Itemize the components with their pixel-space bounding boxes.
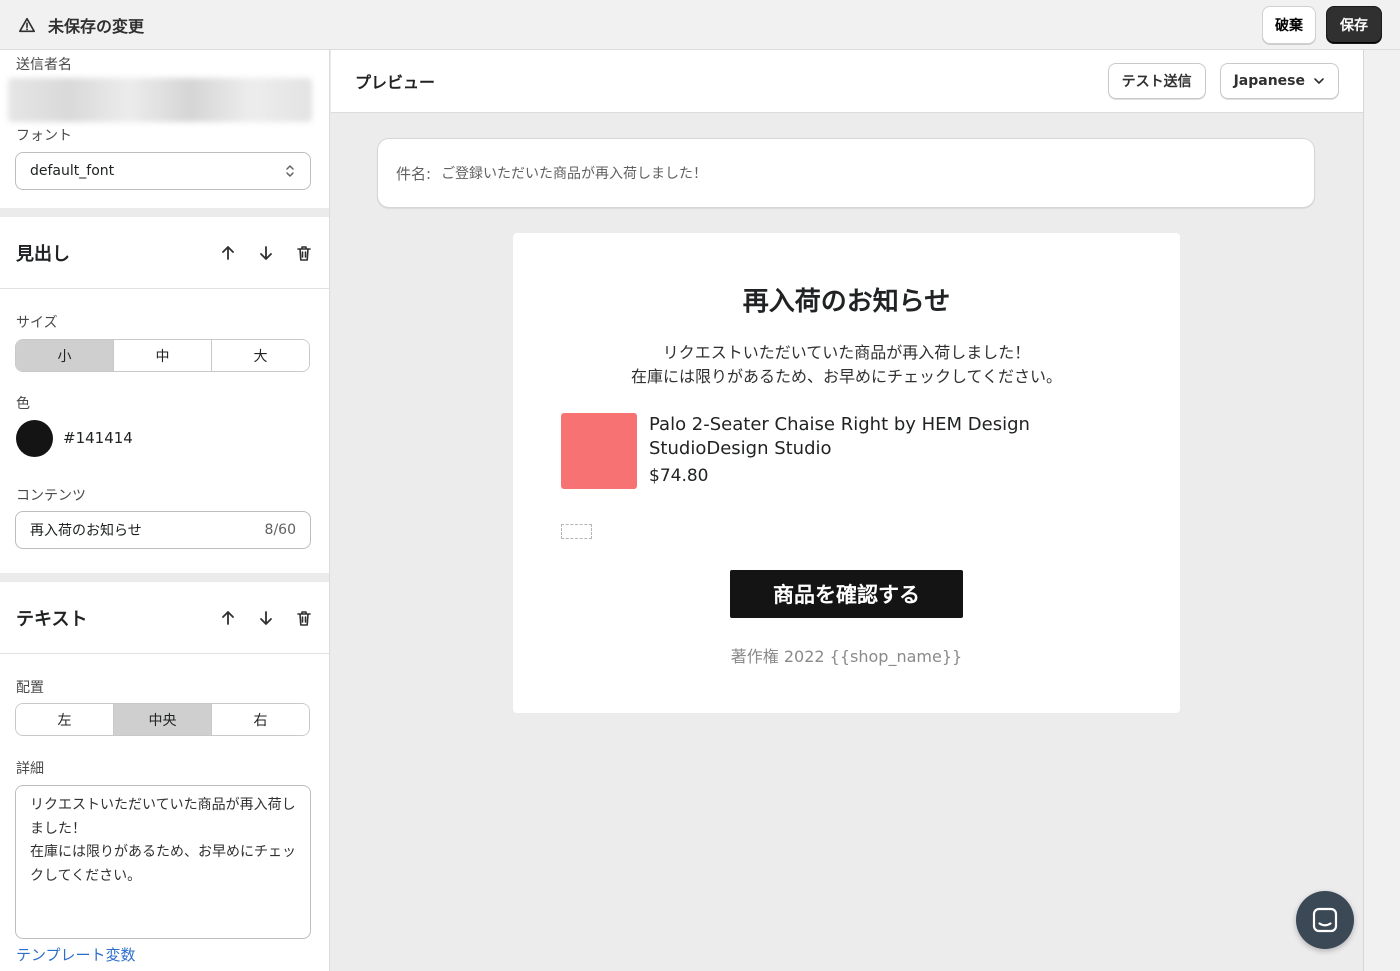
- email-preview: 再入荷のお知らせ リクエストいただいていた商品が再入荷しました！ 在庫には限りが…: [513, 233, 1180, 713]
- heading-section-tools: [218, 243, 314, 263]
- language-select[interactable]: Japanese: [1219, 63, 1339, 99]
- preview-panel: プレビュー テスト送信 Japanese 件名: ご登録いただいた商品が再入荷し…: [331, 50, 1363, 971]
- heading-section-title: 見出し: [16, 243, 70, 265]
- align-option-center[interactable]: 中央: [114, 704, 212, 735]
- subject-label: 件名:: [396, 164, 432, 183]
- font-select[interactable]: default_font: [15, 152, 311, 190]
- discard-button[interactable]: 破棄: [1262, 5, 1316, 44]
- align-option-left[interactable]: 左: [16, 704, 114, 735]
- text-section-title: テキスト: [16, 608, 88, 630]
- template-variables-link[interactable]: テンプレート変数: [16, 944, 136, 965]
- detail-label: 詳細: [16, 761, 44, 777]
- chat-icon: [1312, 907, 1338, 933]
- section-separator: [0, 208, 329, 217]
- size-label: サイズ: [16, 315, 58, 331]
- text-section-header: テキスト: [0, 582, 329, 654]
- font-label: フォント: [16, 128, 72, 144]
- heading-content-value: 再入荷のお知らせ: [30, 523, 142, 539]
- character-count: 8/60: [264, 522, 296, 538]
- test-send-label: テスト送信: [1121, 74, 1192, 90]
- alignment-label: 配置: [16, 680, 44, 696]
- color-swatch[interactable]: [16, 420, 53, 457]
- select-arrows-icon: [286, 165, 294, 177]
- color-label: 色: [16, 396, 30, 412]
- language-label: Japanese: [1233, 73, 1305, 89]
- heading-content-input[interactable]: 再入荷のお知らせ 8/60: [15, 511, 311, 549]
- subject-value: ご登録いただいた商品が再入荷しました！: [441, 166, 708, 182]
- trash-icon[interactable]: [294, 243, 314, 263]
- arrow-up-icon[interactable]: [218, 243, 238, 263]
- sender-name-label: 送信者名: [16, 57, 72, 73]
- arrow-down-icon[interactable]: [256, 608, 276, 628]
- arrow-down-icon[interactable]: [256, 243, 276, 263]
- preview-header: プレビュー テスト送信 Japanese: [331, 50, 1363, 113]
- font-select-value: default_font: [30, 163, 115, 179]
- email-body-text: リクエストいただいていた商品が再入荷しました！ 在庫には限りがあるため、お早めに…: [630, 343, 1063, 386]
- right-gutter: [1363, 50, 1400, 971]
- preview-actions: テスト送信 Japanese: [1107, 63, 1339, 99]
- arrow-up-icon[interactable]: [218, 608, 238, 628]
- email-copyright: 著作権 2022 {{shop_name}}: [730, 647, 963, 666]
- email-heading: 再入荷のお知らせ: [742, 287, 951, 317]
- sender-name-field-blurred[interactable]: [8, 78, 312, 122]
- detail-textarea[interactable]: リクエストいただいていた商品が再入荷しました！ 在庫には限りがあるため、お早めに…: [15, 785, 311, 939]
- product-image: [561, 413, 637, 489]
- product-name: Palo 2-Seater Chaise Right by HEM Design…: [649, 414, 1030, 459]
- subject-line: 件名: ご登録いただいた商品が再入荷しました！: [377, 138, 1315, 208]
- heading-section-header: 見出し: [0, 217, 329, 289]
- content-label: コンテンツ: [16, 488, 86, 504]
- align-option-right[interactable]: 右: [212, 704, 309, 735]
- size-segmented-control: 小 中 大: [15, 339, 310, 372]
- size-option-medium[interactable]: 中: [114, 340, 212, 371]
- text-section-tools: [218, 608, 314, 628]
- section-separator: [0, 573, 329, 582]
- chevron-down-icon: [1314, 78, 1324, 84]
- preview-title: プレビュー: [355, 73, 436, 92]
- alignment-segmented-control: 左 中央 右: [15, 703, 310, 736]
- trash-icon[interactable]: [294, 608, 314, 628]
- topbar-actions: 破棄 保存: [1262, 5, 1382, 44]
- view-product-button[interactable]: 商品を確認する: [730, 570, 963, 618]
- chat-button[interactable]: [1296, 891, 1354, 949]
- size-option-small[interactable]: 小: [16, 340, 114, 371]
- save-button[interactable]: 保存: [1326, 5, 1382, 44]
- warning-icon: [18, 17, 36, 32]
- product-price: $74.80: [649, 466, 709, 486]
- unsaved-changes-title: 未保存の変更: [48, 16, 145, 36]
- test-send-button[interactable]: テスト送信: [1107, 63, 1206, 99]
- size-option-large[interactable]: 大: [212, 340, 309, 371]
- color-value: #141414: [63, 429, 133, 447]
- settings-sidebar: 送信者名 フォント default_font 見出し サイズ 小 中 大 色 #…: [0, 50, 330, 971]
- top-bar: 未保存の変更 破棄 保存: [0, 0, 1400, 50]
- image-placeholder: [561, 524, 592, 539]
